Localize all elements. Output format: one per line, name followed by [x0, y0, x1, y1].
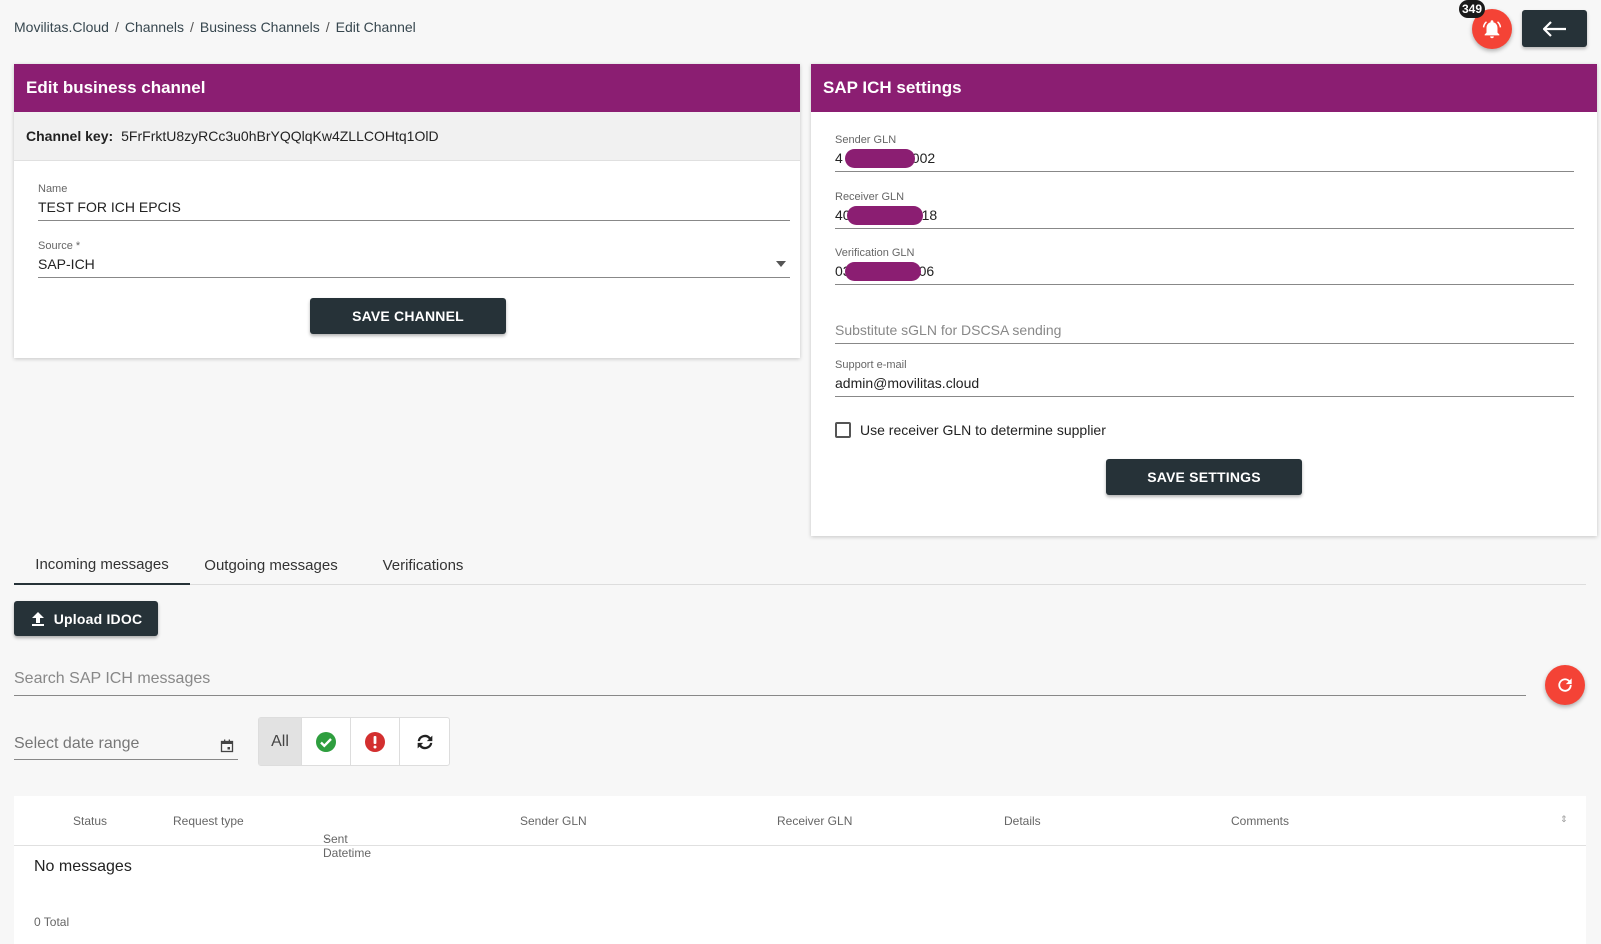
use-receiver-gln-label: Use receiver GLN to determine supplier	[860, 422, 1106, 438]
refresh-button[interactable]	[1545, 665, 1585, 705]
breadcrumb-separator: /	[325, 19, 330, 35]
use-receiver-gln-checkbox[interactable]	[835, 422, 851, 438]
channel-key-value: 5FrFrktU8zyRCc3u0hBrYQQlqKw4ZLLCOHtq1OlD	[121, 128, 439, 144]
source-select[interactable]: SAP-ICH	[38, 252, 790, 278]
filter-error-button[interactable]	[351, 718, 400, 765]
back-button[interactable]	[1522, 10, 1587, 47]
redaction-mark	[845, 262, 921, 281]
check-circle-icon	[316, 731, 336, 752]
use-receiver-gln-option[interactable]: Use receiver GLN to determine supplier	[835, 422, 1106, 438]
tab-verifications[interactable]: Verifications	[352, 545, 494, 585]
sap-ich-settings-title: SAP ICH settings	[811, 64, 1597, 112]
sap-ich-settings-card: SAP ICH settings Sender GLN 4 002 Receive…	[811, 64, 1597, 536]
name-field[interactable]: Name TEST FOR ICH EPCIS	[38, 183, 790, 221]
column-sender-gln[interactable]: Sender GLN	[520, 814, 587, 828]
redaction-mark	[845, 149, 915, 168]
verification-gln-input[interactable]: 03 06	[835, 259, 1574, 285]
error-circle-icon	[365, 731, 385, 752]
support-email-field[interactable]: Support e-mail admin@movilitas.cloud	[835, 359, 1574, 397]
source-label: Source *	[38, 240, 81, 252]
receiver-gln-input[interactable]: 40 18	[835, 203, 1574, 229]
verification-gln-field[interactable]: Verification GLN 03 06	[835, 247, 1574, 285]
sender-gln-prefix: 4	[835, 150, 843, 166]
sender-gln-field[interactable]: Sender GLN 4 002	[835, 134, 1574, 172]
tab-incoming-messages[interactable]: Incoming messages	[14, 545, 190, 585]
name-label: Name	[38, 183, 68, 195]
support-email-input[interactable]: admin@movilitas.cloud	[835, 371, 1574, 397]
receiver-gln-label: Receiver GLN	[835, 191, 905, 203]
upload-icon	[31, 611, 44, 626]
support-email-label: Support e-mail	[835, 359, 907, 371]
sort-desc-icon: ⌄	[323, 832, 331, 842]
date-range-placeholder: Select date range	[14, 735, 140, 752]
edit-channel-title: Edit business channel	[14, 64, 800, 112]
sender-gln-label: Sender GLN	[835, 134, 897, 146]
substitute-sgln-input[interactable]: Substitute sGLN for DSCSA sending	[835, 322, 1574, 344]
upload-idoc-label: Upload IDOC	[53, 610, 143, 627]
table-header: Status Request type Sent Datetime ⌄ Send…	[14, 796, 1586, 860]
column-comments[interactable]: Comments	[1231, 814, 1289, 828]
sync-icon	[417, 734, 432, 749]
breadcrumb-business-channels[interactable]: Business Channels	[200, 19, 320, 35]
breadcrumb-channels[interactable]: Channels	[125, 19, 184, 35]
channel-key-label: Channel key:	[26, 128, 114, 144]
date-range-input[interactable]: Select date range	[14, 735, 238, 760]
edit-channel-card: Edit business channel Channel key: 5FrFr…	[14, 64, 800, 358]
dropdown-arrow-icon	[776, 261, 786, 267]
refresh-icon	[1558, 678, 1572, 692]
channel-key-row: Channel key: 5FrFrktU8zyRCc3u0hBrYQQlqKw…	[14, 112, 800, 161]
breadcrumb-current: Edit Channel	[335, 19, 416, 35]
tab-outgoing-messages[interactable]: Outgoing messages	[190, 545, 352, 585]
sender-gln-input[interactable]: 4 002	[835, 146, 1574, 172]
breadcrumb-home[interactable]: Movilitas.Cloud	[14, 19, 109, 35]
column-status[interactable]: Status	[73, 814, 107, 828]
column-toggle-icon[interactable]: ⇕	[1560, 814, 1568, 825]
name-input[interactable]: TEST FOR ICH EPCIS	[38, 195, 790, 221]
upload-idoc-button[interactable]: Upload IDOC	[14, 601, 158, 636]
notification-count-badge: 349	[1459, 0, 1486, 18]
receiver-gln-suffix: 18	[921, 207, 938, 223]
arrow-left-icon	[1542, 20, 1566, 37]
receiver-gln-field[interactable]: Receiver GLN 40 18	[835, 191, 1574, 229]
sender-gln-suffix: 002	[911, 150, 936, 166]
substitute-sgln-field[interactable]: Substitute sGLN for DSCSA sending	[835, 322, 1574, 344]
empty-table-message: No messages	[34, 858, 132, 875]
status-filter-group: All	[258, 717, 450, 766]
filter-processing-button[interactable]	[400, 718, 449, 765]
total-count: 0 Total	[34, 915, 70, 929]
column-request-type[interactable]: Request type	[173, 814, 244, 828]
redaction-mark	[847, 206, 923, 225]
breadcrumb-separator: /	[114, 19, 119, 35]
save-settings-button[interactable]: SAVE SETTINGS	[1106, 459, 1302, 495]
search-messages-input[interactable]: Search SAP ICH messages	[14, 670, 1526, 696]
filter-success-button[interactable]	[302, 718, 351, 765]
source-field[interactable]: Source * SAP-ICH	[38, 240, 790, 278]
column-receiver-gln[interactable]: Receiver GLN	[777, 814, 852, 828]
bell-icon	[1482, 20, 1502, 39]
message-tabs: Incoming messages Outgoing messages Veri…	[14, 545, 1586, 585]
source-value: SAP-ICH	[38, 256, 95, 272]
breadcrumb-separator: /	[189, 19, 194, 35]
verification-gln-label: Verification GLN	[835, 247, 915, 259]
filter-all-button[interactable]: All	[259, 718, 302, 765]
breadcrumb: Movilitas.Cloud / Channels / Business Ch…	[14, 19, 416, 35]
column-details[interactable]: Details	[1004, 814, 1041, 828]
calendar-icon[interactable]	[220, 739, 234, 753]
save-channel-button[interactable]: SAVE CHANNEL	[310, 298, 506, 334]
messages-table: Status Request type Sent Datetime ⌄ Send…	[14, 796, 1586, 944]
